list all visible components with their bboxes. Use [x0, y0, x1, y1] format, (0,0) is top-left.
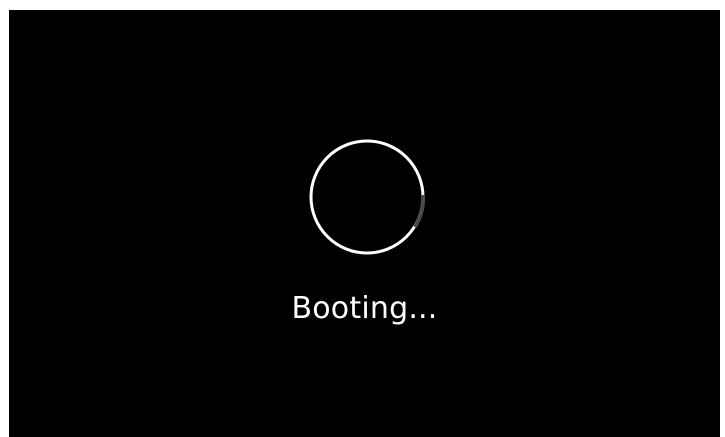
spinner-arc — [413, 194, 426, 229]
loading-spinner-icon — [309, 139, 426, 255]
screenshot-frame: Booting... — [0, 0, 725, 437]
spinner-ring — [309, 139, 425, 255]
boot-screen: Booting... — [9, 10, 720, 437]
boot-status-text: Booting... — [291, 291, 438, 326]
